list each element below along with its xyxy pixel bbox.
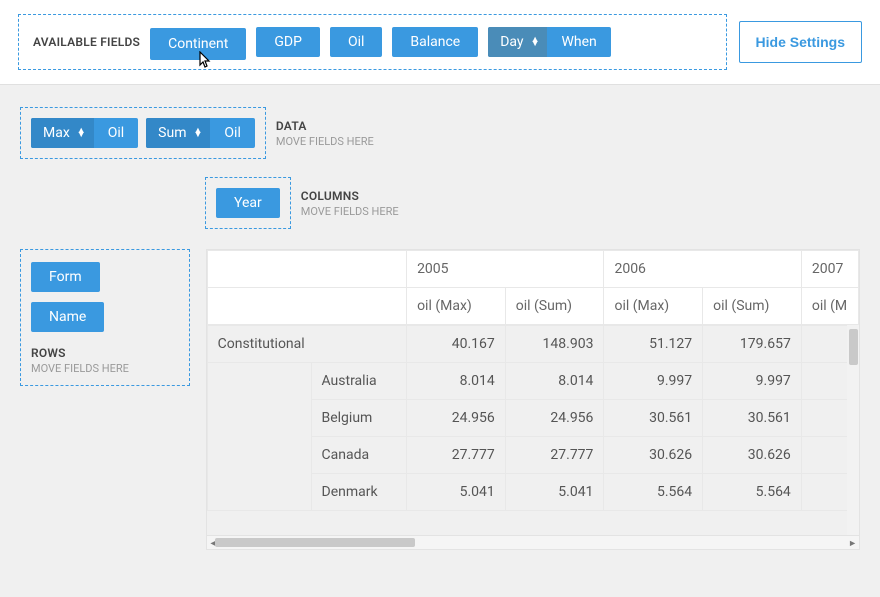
cell: 179.657 (703, 326, 802, 363)
pivot-table: 2005 2006 2007 oil (Max) oil (Sum) oil (… (206, 249, 860, 550)
cell: 5.041 (407, 474, 506, 511)
sub-header[interactable]: oil (M (801, 288, 858, 325)
table-row: Australia 8.014 8.014 9.997 9.997 (207, 363, 858, 400)
columns-zone[interactable]: Year (205, 177, 291, 229)
columns-zone-label: COLUMNS MOVE FIELDS HERE (301, 189, 399, 218)
cell: 30.561 (703, 400, 802, 437)
cell: 40.167 (407, 326, 506, 363)
horizontal-scrollbar[interactable]: ◄ ► (207, 535, 859, 549)
row-tag-name[interactable]: Name (31, 302, 104, 332)
data-zone-label: DATA MOVE FIELDS HERE (276, 119, 374, 148)
sort-icon: ▲▼ (193, 129, 202, 137)
data-item-sum-oil[interactable]: Sum ▲▼ Oil (146, 118, 255, 148)
field-agg-day[interactable]: Day ▲▼ (488, 27, 547, 57)
cell: 27.777 (505, 437, 604, 474)
field-tag-day-when[interactable]: Day ▲▼ When (488, 27, 611, 57)
data-zone[interactable]: Max ▲▼ Oil Sum ▲▼ Oil (20, 107, 266, 159)
cell: 5.564 (604, 474, 703, 511)
cell: 8.014 (505, 363, 604, 400)
scroll-right-icon[interactable]: ► (848, 538, 857, 549)
row-name[interactable]: Denmark (311, 474, 407, 511)
cell: 24.956 (407, 400, 506, 437)
rows-zone-label: ROWS MOVE FIELDS HERE (31, 346, 129, 375)
cell: 5.041 (505, 474, 604, 511)
field-tag-balance[interactable]: Balance (392, 27, 478, 57)
table-row: Constitutional 40.167 148.903 51.127 179… (207, 326, 858, 363)
agg-selector[interactable]: Max ▲▼ (31, 118, 94, 148)
data-item-max-oil[interactable]: Max ▲▼ Oil (31, 118, 138, 148)
table-row: Denmark 5.041 5.041 5.564 5.564 (207, 474, 858, 511)
rows-zone[interactable]: Form Name ROWS MOVE FIELDS HERE (20, 249, 190, 386)
cell: 51.127 (604, 326, 703, 363)
sort-icon: ▲▼ (77, 129, 86, 137)
vertical-scrollbar[interactable] (847, 325, 859, 535)
row-name[interactable]: Belgium (311, 400, 407, 437)
row-name[interactable]: Canada (311, 437, 407, 474)
available-fields-zone[interactable]: AVAILABLE FIELDS Continent GDP Oil Balan… (18, 14, 727, 70)
field-tag-gdp[interactable]: GDP (256, 27, 320, 57)
row-name[interactable]: Australia (311, 363, 407, 400)
sub-header[interactable]: oil (Max) (604, 288, 703, 325)
field-tag-oil[interactable]: Oil (330, 27, 382, 57)
sub-header[interactable]: oil (Sum) (505, 288, 604, 325)
year-header[interactable]: 2005 (407, 251, 604, 288)
cell: 9.997 (703, 363, 802, 400)
agg-selector[interactable]: Sum ▲▼ (146, 118, 210, 148)
cell: 30.626 (703, 437, 802, 474)
row-tag-form[interactable]: Form (31, 262, 100, 292)
cell: 24.956 (505, 400, 604, 437)
cell: 5.564 (703, 474, 802, 511)
year-header[interactable]: 2006 (604, 251, 801, 288)
sub-header[interactable]: oil (Sum) (703, 288, 802, 325)
field-tag-continent[interactable]: Continent (150, 28, 246, 60)
table-row: Belgium 24.956 24.956 30.561 30.561 (207, 400, 858, 437)
cell: 30.626 (604, 437, 703, 474)
vertical-scrollbar-thumb[interactable] (849, 329, 858, 365)
cell: 8.014 (407, 363, 506, 400)
sub-header[interactable]: oil (Max) (407, 288, 506, 325)
column-tag-year[interactable]: Year (216, 188, 280, 218)
row-form[interactable]: Constitutional (207, 326, 406, 363)
cell: 9.997 (604, 363, 703, 400)
available-fields-label: AVAILABLE FIELDS (33, 35, 140, 49)
cell: 30.561 (604, 400, 703, 437)
year-header[interactable]: 2007 (801, 251, 858, 288)
cell: 148.903 (505, 326, 604, 363)
horizontal-scrollbar-thumb[interactable] (215, 538, 415, 547)
table-row: Canada 27.777 27.777 30.626 30.626 (207, 437, 858, 474)
hide-settings-button[interactable]: Hide Settings (739, 21, 862, 63)
sort-icon: ▲▼ (531, 38, 540, 46)
cell: 27.777 (407, 437, 506, 474)
